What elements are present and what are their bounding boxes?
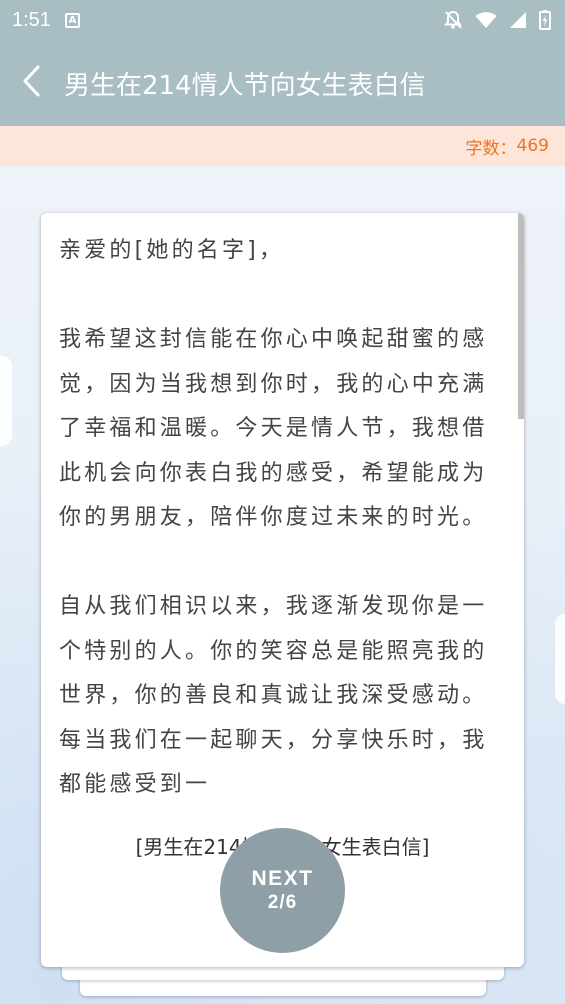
letter-paragraph: 我希望这封信能在你心中唤起甜蜜的感觉，因为当我想到你时，我的心中充满了幸福和温暖…	[59, 327, 488, 530]
scrollbar[interactable]	[518, 213, 524, 419]
next-button[interactable]: NEXT 2/6	[220, 828, 345, 953]
status-bar: 1:51 A	[0, 0, 565, 40]
wifi-icon	[475, 11, 497, 29]
word-count-bar: 字数： 469	[0, 126, 565, 166]
letter-paragraph: 自从我们相识以来，我逐渐发现你是一个特别的人。你的笑容总是能照亮我的世界，你的善…	[59, 594, 488, 797]
letter-greeting: 亲爱的[她的名字]，	[59, 238, 285, 263]
signal-icon	[509, 11, 527, 29]
notifications-off-icon	[443, 10, 463, 30]
next-label: NEXT	[251, 866, 314, 890]
battery-icon	[539, 10, 551, 30]
status-time: 1:51	[12, 8, 51, 31]
chevron-left-icon	[22, 64, 42, 102]
page-title: 男生在214情人节向女生表白信	[64, 70, 426, 101]
app-bar: 男生在214情人节向女生表白信	[0, 40, 565, 126]
back-button[interactable]	[0, 40, 64, 126]
word-count-value: 469	[516, 136, 549, 156]
side-tab-left	[0, 356, 12, 446]
letter-body[interactable]: 亲爱的[她的名字]， 我希望这封信能在你心中唤起甜蜜的感觉，因为当我想到你时，我…	[59, 229, 489, 809]
status-left: 1:51 A	[12, 9, 80, 32]
word-count-label: 字数：	[465, 138, 517, 159]
side-tab-right	[555, 614, 565, 704]
page-indicator: 2/6	[267, 891, 298, 913]
status-right	[443, 10, 551, 30]
notification-a-icon: A	[64, 12, 80, 28]
